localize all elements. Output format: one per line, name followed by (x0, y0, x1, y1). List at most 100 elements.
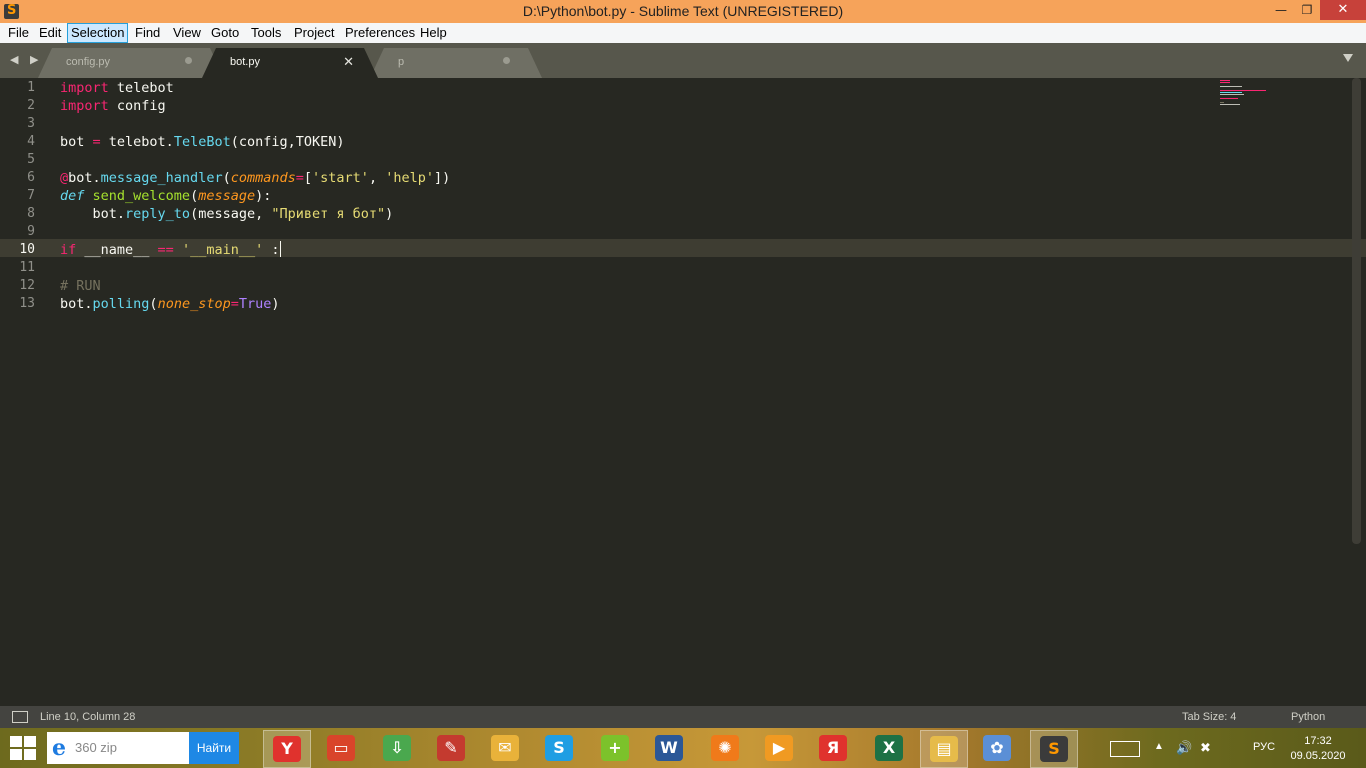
keyboard-icon[interactable] (1110, 741, 1140, 757)
code-line[interactable]: bot.reply_to(message, "Привет я бот") (60, 205, 394, 223)
menu-bar: File Edit Selection Find View Goto Tools Projec… (0, 23, 1366, 43)
code-line[interactable]: # RUN (60, 277, 101, 295)
code-line[interactable]: import config (60, 97, 166, 115)
menu-help[interactable]: Help (417, 24, 450, 42)
menu-view[interactable]: View (170, 24, 204, 42)
code-token: == (157, 242, 174, 258)
line-number: 6 (27, 170, 35, 185)
code-line[interactable]: bot.polling(none_stop=True) (60, 295, 280, 313)
code-token: TeleBot (173, 134, 231, 150)
search-box[interactable]: e 360 zip (47, 732, 189, 764)
tab-config-py[interactable]: config.py (38, 48, 224, 78)
presentation-taskbar-button[interactable]: ▭ (318, 730, 364, 766)
tab-overflow-icon[interactable] (1343, 54, 1353, 62)
network-icon[interactable]: ✖ (1200, 740, 1211, 756)
volume-icon[interactable]: 🔊 (1176, 740, 1192, 756)
excel-taskbar-button[interactable]: X (866, 730, 912, 766)
menu-file[interactable]: File (5, 24, 32, 42)
close-button[interactable]: ✕ (1320, 0, 1366, 20)
menu-preferences[interactable]: Preferences (342, 24, 418, 42)
paint-taskbar-button[interactable]: ✿ (974, 730, 1020, 766)
taskbar-glyph: Я (826, 738, 840, 757)
code-line[interactable]: def send_welcome(message): (60, 187, 271, 205)
taskbar-glyph: ▭ (333, 738, 349, 757)
code-token: @ (60, 170, 69, 186)
taskbar-glyph: + (608, 738, 622, 757)
code-token: none_stop (157, 296, 231, 312)
wheel-taskbar-button[interactable]: ✺ (702, 730, 748, 766)
taskbar-glyph: ✿ (990, 738, 1004, 757)
tab-label: bot.py (230, 56, 260, 68)
mail-taskbar-button[interactable]: ✉ (482, 730, 528, 766)
code-token: bot (60, 134, 93, 150)
code-token: reply_to (125, 206, 191, 222)
line-number: 4 (27, 134, 35, 149)
download-taskbar-button[interactable]: ⇩ (374, 730, 420, 766)
line-number: 12 (19, 278, 35, 293)
maximize-button[interactable]: ❐ (1294, 0, 1320, 20)
minimize-button[interactable]: — (1268, 0, 1294, 20)
start-button[interactable] (10, 736, 38, 762)
tab-close-icon[interactable]: ✕ (343, 54, 354, 70)
code-line[interactable]: import telebot (60, 79, 174, 97)
syntax-selector[interactable]: Python (1291, 711, 1325, 723)
taskbar-glyph: Y (281, 739, 293, 758)
code-token: import (60, 80, 109, 96)
panel-toggle-icon[interactable] (12, 711, 28, 723)
language-indicator[interactable]: РУС (1253, 741, 1275, 753)
code-line[interactable]: bot = telebot.TeleBot(config,TOKEN) (60, 133, 345, 151)
menu-tools[interactable]: Tools (248, 24, 284, 42)
line-number: 2 (27, 98, 35, 113)
code-token: commands (230, 170, 296, 186)
menu-find[interactable]: Find (132, 24, 163, 42)
menu-project[interactable]: Project (291, 24, 337, 42)
code-token: message (198, 188, 256, 204)
code-token: (config,TOKEN) (230, 134, 345, 150)
tab-size-selector[interactable]: Tab Size: 4 (1182, 711, 1236, 723)
media-player-taskbar-button[interactable]: ▶ (756, 730, 802, 766)
code-token: ( (190, 188, 199, 204)
file-explorer-taskbar-button[interactable]: ▤ (920, 730, 968, 768)
taskbar-glyph: ✺ (718, 738, 732, 757)
yandex-taskbar-button[interactable]: Я (810, 730, 856, 766)
clock-time: 17:32 (1304, 735, 1332, 747)
taskbar-glyph: ✎ (444, 738, 458, 757)
sublime-text-taskbar-button[interactable]: S (1030, 730, 1078, 768)
taskbar-glyph: ▶ (772, 738, 786, 757)
code-token: import (60, 98, 109, 114)
window-title: D:\Python\bot.py - Sublime Text (UNREGIS… (522, 3, 844, 19)
unsaved-dot-icon[interactable] (503, 57, 510, 64)
tab-p[interactable]: p (370, 48, 542, 78)
show-hidden-icons-icon[interactable]: ▲ (1154, 741, 1164, 752)
minimap-line (1220, 102, 1224, 103)
line-number: 13 (19, 296, 35, 311)
code-line[interactable]: if __name__ == '__main__' : (60, 241, 281, 259)
search-button[interactable]: Найти (189, 732, 239, 764)
pdf-taskbar-button[interactable]: ✎ (428, 730, 474, 766)
skype-taskbar-button[interactable]: S (536, 730, 582, 766)
menu-selection[interactable]: Selection (67, 23, 129, 43)
code-token: 'start' (312, 170, 369, 186)
text-cursor (279, 241, 281, 257)
minimap[interactable] (1218, 78, 1278, 108)
code-editor[interactable]: 1 2 3 4 5 6 7 8 9 10 11 12 13 import telebot import c… (0, 78, 1366, 706)
minimap-line (1220, 104, 1240, 105)
code-token: = (295, 170, 304, 186)
plus-app-taskbar-button[interactable]: + (592, 730, 638, 766)
line-number: 8 (27, 206, 35, 221)
code-line[interactable]: @bot.message_handler(commands=['start', … (60, 169, 450, 187)
tab-bot-py[interactable]: bot.py ✕ (202, 48, 378, 78)
taskbar-glyph: W (660, 738, 678, 757)
code-token: # RUN (60, 278, 101, 294)
unsaved-dot-icon[interactable] (185, 57, 192, 64)
word-taskbar-button[interactable]: W (646, 730, 692, 766)
menu-goto[interactable]: Goto (208, 24, 242, 42)
code-token: ): (255, 188, 272, 204)
clock[interactable]: 17:32 09.05.2020 (1288, 734, 1348, 764)
yandex-browser-taskbar-button[interactable]: Y (263, 730, 311, 768)
menu-edit[interactable]: Edit (36, 24, 64, 42)
search-input[interactable]: 360 zip (75, 740, 117, 755)
vertical-scrollbar[interactable] (1352, 78, 1361, 544)
code-token: bot. (60, 206, 126, 222)
taskbar: e 360 zip Найти Y ▭ ⇩ ✎ ✉ S + W ✺ ▶ Я X ▤ ✿ S ▲ 🔊 ✖ РУ… (0, 728, 1366, 768)
